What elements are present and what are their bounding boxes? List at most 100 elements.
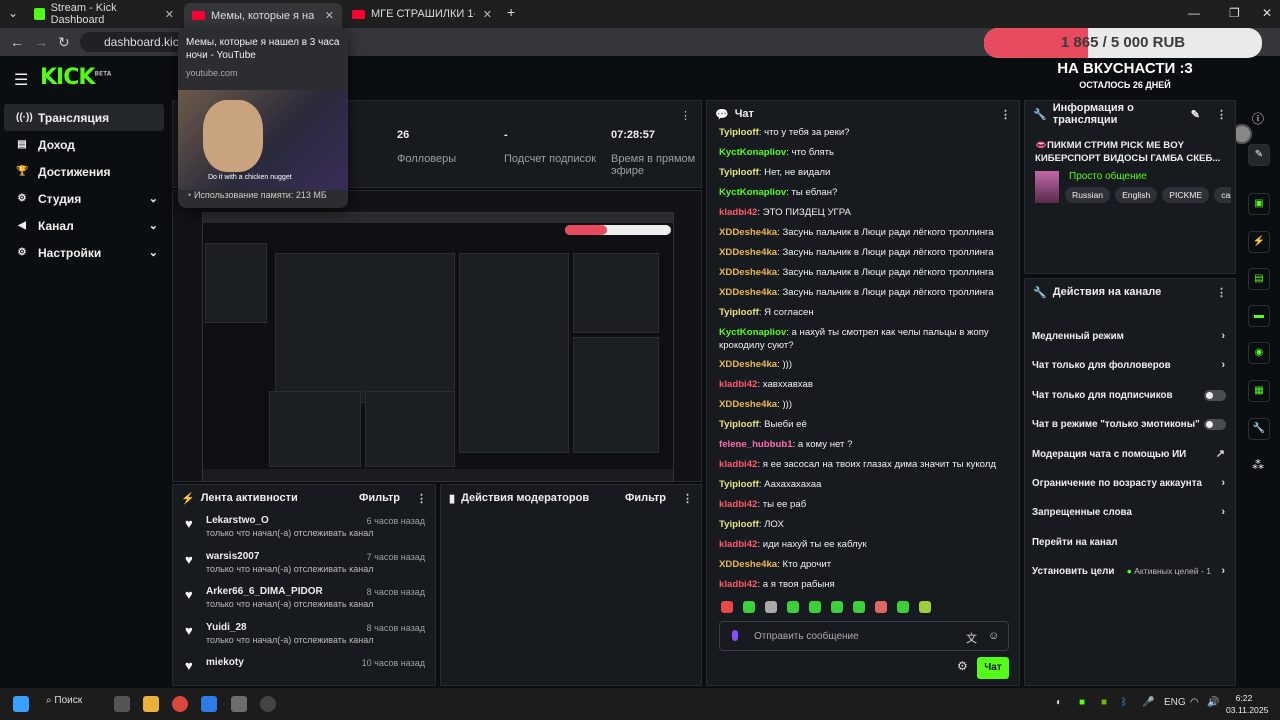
broadcast-icon[interactable]: ◉: [1248, 342, 1270, 364]
bluetooth-icon[interactable]: ᛒ: [1121, 697, 1127, 708]
filter-button[interactable]: Фильтр: [625, 492, 666, 504]
obs-icon[interactable]: [260, 696, 276, 712]
close-window-icon[interactable]: ✕: [1262, 6, 1272, 20]
file-explorer-icon[interactable]: [143, 696, 159, 712]
sidebar-item-broadcast[interactable]: ((·)) Трансляция: [4, 104, 164, 131]
emote-icon[interactable]: [853, 601, 865, 613]
chat-username[interactable]: Tyiplooff: [719, 167, 759, 178]
emote-icon[interactable]: [809, 601, 821, 613]
close-icon[interactable]: ✕: [483, 8, 492, 21]
send-chat-button[interactable]: Чат: [977, 657, 1009, 679]
emote-icon[interactable]: [831, 601, 843, 613]
chat-username[interactable]: XDDeshe4ka: [719, 287, 777, 298]
tag[interactable]: casino: [1214, 187, 1231, 203]
bolt-icon[interactable]: ⚡: [1248, 231, 1270, 253]
more-icon[interactable]: ⋮: [1000, 108, 1011, 121]
chat-username[interactable]: KyctKonapliov: [719, 187, 786, 198]
minimize-icon[interactable]: —: [1188, 6, 1200, 20]
sidebar-item-settings[interactable]: ⚙ Настройки ⌄: [4, 239, 164, 266]
reload-icon[interactable]: ↻: [58, 34, 70, 51]
restore-icon[interactable]: ❐: [1229, 6, 1240, 20]
address-bar[interactable]: dashboard.kick.co: [80, 32, 201, 52]
windows-start-icon[interactable]: [13, 696, 29, 712]
channel-action-item[interactable]: Чат в режиме "только эмотиконы": [1025, 410, 1235, 439]
emote-icon[interactable]: [721, 601, 733, 613]
channel-action-item[interactable]: Чат только для фолловеров ›: [1025, 351, 1235, 380]
more-icon[interactable]: ⋮: [1216, 286, 1227, 299]
tab-youtube-memes[interactable]: Мемы, которые я нашел в 3 ч ✕: [184, 3, 342, 28]
chat-username[interactable]: XDDeshe4ka: [719, 399, 777, 410]
emote-icon[interactable]: [919, 601, 931, 613]
emote-icon[interactable]: [875, 601, 887, 613]
chat-username[interactable]: felene_hubbub1: [719, 439, 793, 450]
mic-icon[interactable]: [732, 630, 738, 641]
close-icon[interactable]: ✕: [165, 8, 174, 21]
tag[interactable]: PICKME: [1162, 187, 1210, 203]
wrench-icon[interactable]: 🔧: [1248, 418, 1270, 440]
nodes-icon[interactable]: ⁂: [1252, 458, 1264, 472]
tag[interactable]: English: [1115, 187, 1158, 203]
tray-icon[interactable]: ◐: [1056, 697, 1062, 708]
chat-icon[interactable]: ▬: [1248, 305, 1270, 327]
chat-username[interactable]: Tyiplooff: [719, 519, 759, 530]
more-icon[interactable]: ⋮: [680, 109, 691, 122]
channel-action-item[interactable]: Перейти на канал: [1025, 528, 1235, 557]
stream-category[interactable]: Просто общение: [1069, 171, 1147, 182]
chat-username[interactable]: kladbi42: [719, 539, 757, 550]
chat-username[interactable]: Tyiplooff: [719, 419, 759, 430]
filter-button[interactable]: Фильтр: [359, 492, 400, 504]
more-icon[interactable]: ⋮: [416, 492, 427, 505]
chat-username[interactable]: XDDeshe4ka: [719, 227, 777, 238]
new-tab-button[interactable]: +: [507, 4, 515, 20]
edit-icon[interactable]: ✎: [1248, 144, 1270, 166]
clip-icon[interactable]: ▣: [1248, 193, 1270, 215]
close-icon[interactable]: ✕: [325, 9, 334, 22]
translate-icon[interactable]: 文: [966, 630, 977, 646]
chat-username[interactable]: Tyiplooff: [719, 307, 759, 318]
task-view-icon[interactable]: [114, 696, 130, 712]
emote-icon[interactable]: [743, 601, 755, 613]
emote-icon[interactable]: [765, 601, 777, 613]
toggle-switch[interactable]: [1204, 389, 1226, 401]
chat-username[interactable]: XDDeshe4ka: [719, 559, 777, 570]
kick-tray-icon[interactable]: ■: [1079, 697, 1085, 708]
chat-username[interactable]: Tyiplooff: [719, 127, 759, 138]
sidebar-item-channel[interactable]: ◀ Канал ⌄: [4, 212, 164, 239]
more-icon[interactable]: ⋮: [682, 492, 693, 505]
tab-kick-dashboard[interactable]: Stream - Kick Dashboard ✕: [26, 2, 182, 26]
channel-action-item[interactable]: Установить цели Активных целей - 1 ›: [1025, 557, 1235, 586]
snipping-tool-icon[interactable]: [201, 696, 217, 712]
menu-icon[interactable]: ☰: [14, 70, 28, 90]
volume-icon[interactable]: 🔊: [1207, 697, 1219, 708]
channel-action-item[interactable]: Медленный режим ›: [1025, 322, 1235, 351]
forward-icon[interactable]: →: [34, 34, 48, 50]
tab-search-icon[interactable]: ⌄: [8, 6, 18, 20]
chat-username[interactable]: kladbi42: [719, 207, 757, 218]
app-icon[interactable]: [231, 696, 247, 712]
notes-icon[interactable]: ▤: [1248, 268, 1270, 290]
emoji-icon[interactable]: ☺: [988, 630, 999, 642]
stream-video-preview[interactable]: [202, 212, 674, 482]
chat-username[interactable]: XDDeshe4ka: [719, 267, 777, 278]
chat-username[interactable]: kladbi42: [719, 459, 757, 470]
nvidia-tray-icon[interactable]: ■: [1101, 697, 1107, 708]
info-icon[interactable]: ⓘ: [1252, 110, 1264, 127]
wifi-icon[interactable]: ◠: [1190, 697, 1199, 708]
chrome-icon[interactable]: [172, 696, 188, 712]
chat-username[interactable]: KyctKonapliov: [719, 147, 786, 158]
emote-icon[interactable]: [787, 601, 799, 613]
emote-icon[interactable]: [897, 601, 909, 613]
taskbar-search[interactable]: ⌕ Поиск: [46, 695, 100, 713]
chat-settings-icon[interactable]: ⚙: [957, 659, 968, 673]
sidebar-item-achievements[interactable]: 🏆 Достижения: [4, 158, 164, 185]
layout-icon[interactable]: ▦: [1248, 380, 1270, 402]
toggle-switch[interactable]: [1204, 419, 1226, 431]
chat-username[interactable]: Tyiplooff: [719, 479, 759, 490]
channel-action-item[interactable]: Ограничение по возрасту аккаунта ›: [1025, 469, 1235, 498]
chat-username[interactable]: kladbi42: [719, 499, 757, 510]
channel-action-item[interactable]: Запрещенные слова ›: [1025, 498, 1235, 527]
mic-tray-icon[interactable]: 🎤: [1142, 697, 1154, 708]
more-icon[interactable]: ⋮: [1216, 108, 1227, 121]
chat-message-input[interactable]: Отправить сообщение 文 ☺: [719, 621, 1009, 651]
chat-username[interactable]: XDDeshe4ka: [719, 247, 777, 258]
